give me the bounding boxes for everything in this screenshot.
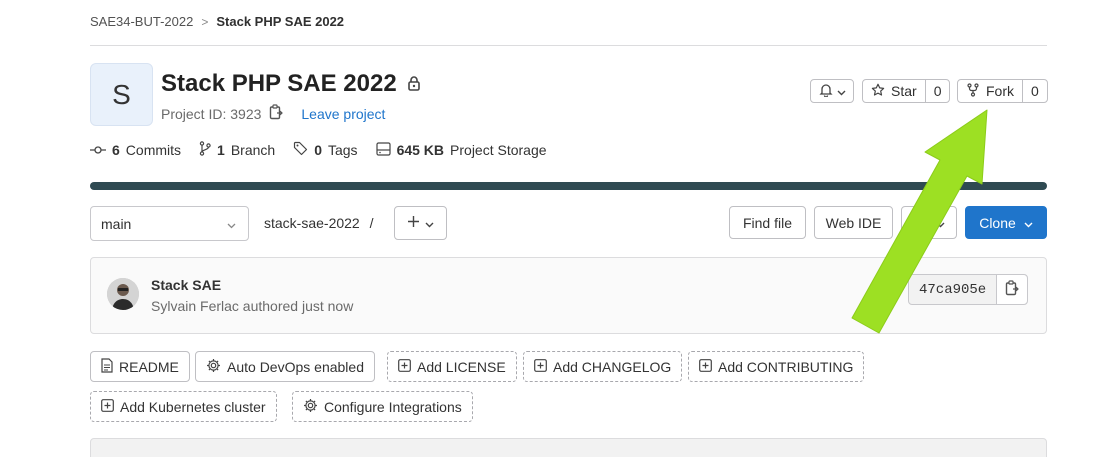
plus-icon bbox=[407, 215, 420, 231]
bell-icon bbox=[818, 83, 833, 100]
repo-path-link[interactable]: stack-sae-2022 bbox=[264, 215, 360, 231]
add-kubernetes-cluster-button[interactable]: Add Kubernetes cluster bbox=[90, 391, 277, 422]
notification-dropdown[interactable] bbox=[810, 79, 854, 103]
add-kubernetes-cluster-label: Add Kubernetes cluster bbox=[120, 398, 266, 415]
commit-author-line: Sylvain Ferlac authored just now bbox=[151, 298, 354, 314]
project-meta: Project ID: 3923 Leave project bbox=[161, 104, 385, 123]
header-divider bbox=[90, 45, 1047, 46]
commit-sha[interactable]: 47ca905e bbox=[909, 275, 996, 304]
breadcrumb-separator: > bbox=[201, 14, 209, 29]
branch-count: 1 bbox=[217, 142, 225, 158]
avatar[interactable] bbox=[107, 278, 139, 310]
add-contributing-label: Add CONTRIBUTING bbox=[718, 358, 854, 375]
last-commit-panel: Stack SAE Sylvain Ferlac authored just n… bbox=[90, 257, 1047, 334]
copy-icon bbox=[1005, 280, 1020, 299]
commit-icon bbox=[90, 142, 106, 158]
leave-project-link[interactable]: Leave project bbox=[301, 106, 385, 122]
clone-dropdown[interactable]: Clone bbox=[965, 206, 1047, 239]
file-tree-header bbox=[90, 438, 1047, 457]
storage-icon bbox=[375, 141, 391, 159]
plus-square-icon bbox=[101, 398, 114, 415]
copy-id-icon[interactable] bbox=[269, 104, 284, 123]
tags-stat[interactable]: 0 Tags bbox=[293, 141, 358, 159]
fork-group: Fork 0 bbox=[957, 79, 1048, 103]
add-to-tree-dropdown[interactable] bbox=[394, 206, 447, 240]
commits-count: 6 bbox=[112, 142, 120, 158]
branch-label: Branch bbox=[230, 142, 276, 158]
plus-square-icon bbox=[534, 358, 547, 375]
page-title: Stack PHP SAE 2022 bbox=[161, 70, 421, 98]
clone-label: Clone bbox=[979, 214, 1016, 231]
file-icon bbox=[101, 357, 113, 376]
auto-devops-button[interactable]: Auto DevOps enabled bbox=[195, 351, 375, 382]
commit-sha-group: 47ca905e bbox=[908, 274, 1029, 305]
fork-label: Fork bbox=[986, 83, 1014, 99]
add-changelog-label: Add CHANGELOG bbox=[553, 358, 672, 375]
tags-count: 0 bbox=[314, 142, 322, 158]
gear-icon bbox=[206, 358, 221, 376]
repository-language-bar bbox=[90, 182, 1047, 190]
storage-stat[interactable]: 645 KB Project Storage bbox=[375, 141, 547, 159]
tags-label: Tags bbox=[327, 142, 358, 158]
breadcrumb-group-link[interactable]: SAE34-BUT-2022 bbox=[90, 14, 193, 29]
tag-icon bbox=[293, 141, 308, 159]
add-license-button[interactable]: Add LICENSE bbox=[387, 351, 517, 382]
chevron-down-icon bbox=[1024, 215, 1033, 231]
chevron-down-icon bbox=[837, 83, 846, 99]
storage-label: Project Storage bbox=[450, 142, 547, 158]
star-button[interactable]: Star bbox=[863, 80, 925, 102]
repo-path: stack-sae-2022 / bbox=[264, 215, 374, 231]
download-icon bbox=[914, 214, 928, 231]
gear-icon bbox=[303, 398, 318, 416]
fork-button[interactable]: Fork bbox=[958, 80, 1022, 102]
star-label: Star bbox=[891, 83, 917, 99]
web-ide-button[interactable]: Web IDE bbox=[814, 206, 893, 239]
commit-title[interactable]: Stack SAE bbox=[151, 277, 221, 293]
readme-label: README bbox=[119, 358, 179, 375]
readme-button[interactable]: README bbox=[90, 351, 190, 382]
project-id: Project ID: 3923 bbox=[161, 105, 262, 122]
auto-devops-label: Auto DevOps enabled bbox=[227, 358, 364, 375]
branch-icon bbox=[199, 141, 211, 159]
lock-icon bbox=[407, 70, 421, 98]
chevron-down-icon bbox=[425, 215, 434, 231]
add-changelog-button[interactable]: Add CHANGELOG bbox=[523, 351, 683, 382]
star-group: Star 0 bbox=[862, 79, 951, 103]
branches-stat[interactable]: 1 Branch bbox=[199, 141, 275, 159]
find-file-button[interactable]: Find file bbox=[729, 206, 806, 239]
storage-size: 645 KB bbox=[396, 142, 445, 158]
chevron-down-icon bbox=[227, 216, 236, 232]
configure-integrations-label: Configure Integrations bbox=[324, 398, 462, 415]
repo-path-separator: / bbox=[369, 215, 374, 231]
project-avatar: S bbox=[90, 63, 153, 126]
branch-selector[interactable]: main bbox=[90, 206, 249, 241]
project-stats: 6 Commits 1 Branch 0 Tags 645 KB Project… bbox=[90, 141, 547, 159]
chevron-down-icon bbox=[936, 215, 945, 231]
download-dropdown[interactable] bbox=[901, 206, 957, 239]
commits-stat[interactable]: 6 Commits bbox=[90, 142, 181, 158]
commits-label: Commits bbox=[125, 142, 182, 158]
fork-count[interactable]: 0 bbox=[1022, 80, 1047, 102]
plus-square-icon bbox=[699, 358, 712, 375]
add-contributing-button[interactable]: Add CONTRIBUTING bbox=[688, 351, 865, 382]
configure-integrations-button[interactable]: Configure Integrations bbox=[292, 391, 473, 422]
copy-sha-button[interactable] bbox=[996, 275, 1028, 304]
breadcrumb: SAE34-BUT-2022 > Stack PHP SAE 2022 bbox=[90, 14, 344, 29]
breadcrumb-project-link[interactable]: Stack PHP SAE 2022 bbox=[216, 14, 344, 29]
project-title: Stack PHP SAE 2022 bbox=[161, 70, 397, 97]
star-icon bbox=[871, 83, 885, 100]
add-license-label: Add LICENSE bbox=[417, 358, 506, 375]
plus-square-icon bbox=[398, 358, 411, 375]
fork-icon bbox=[966, 82, 980, 100]
branch-name: main bbox=[101, 215, 132, 232]
star-count[interactable]: 0 bbox=[924, 80, 950, 102]
